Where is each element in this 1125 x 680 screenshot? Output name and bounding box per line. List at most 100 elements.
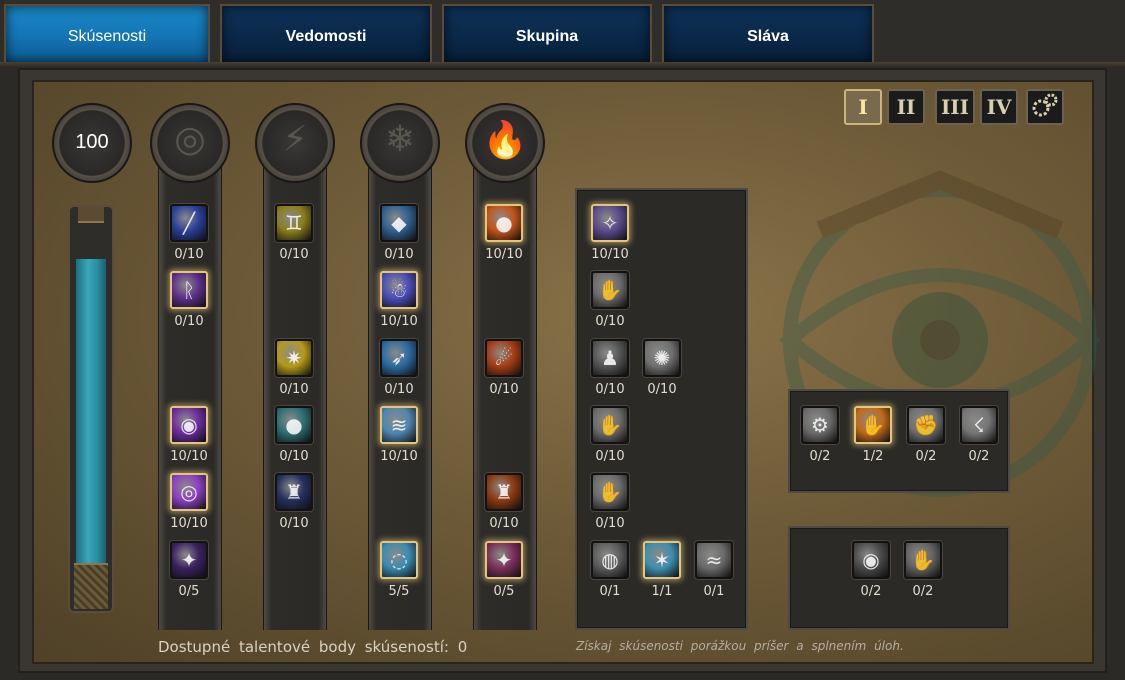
page-button-ii[interactable]: II (887, 89, 925, 125)
skill-points-counter: 10/10 (170, 449, 208, 464)
talent-skill[interactable]: ● (485, 204, 523, 242)
skill-points-counter: 0/10 (595, 314, 625, 329)
tab-vedomosti[interactable]: Vedomosti (220, 4, 432, 62)
wind-slash-icon: ≈ (705, 548, 723, 572)
page-button-iv[interactable]: IV (980, 89, 1018, 125)
special-skill[interactable]: ◍ (591, 541, 629, 579)
skill-points-counter: 5/5 (388, 584, 410, 599)
page-button-i[interactable]: I (844, 89, 882, 125)
shadow-figure-icon: ♟ (601, 346, 619, 370)
skill-points-counter: 10/10 (170, 516, 208, 531)
talent-tree-medallion: ⚡ (255, 103, 335, 183)
level-value: 100 (75, 131, 109, 153)
talent-skill[interactable]: ◌ (380, 541, 418, 579)
level-medallion: 100 (52, 103, 132, 183)
orb-gargoyle-icon: ◍ (601, 548, 619, 572)
meteor-icon: ☄ (495, 346, 513, 370)
skill-points-counter: 0/10 (384, 247, 414, 262)
talent-skill[interactable]: ╱ (170, 204, 208, 242)
skill-points-counter: 0/10 (279, 247, 309, 262)
talent-skill[interactable]: ● (275, 406, 313, 444)
fire-armor-icon: ♜ (495, 480, 513, 504)
experience-bar-base (74, 563, 108, 609)
talent-skill[interactable]: ◆ (380, 204, 418, 242)
fire-strike-icon: ✦ (495, 548, 513, 572)
talent-skill[interactable]: ☃ (380, 271, 418, 309)
talent-skill[interactable]: ✦ (485, 541, 523, 579)
blizzard-icon: ≋ (390, 413, 408, 437)
skill-points-counter: 0/10 (595, 382, 625, 397)
skill-points-counter: 0/5 (493, 584, 515, 599)
special-skill[interactable]: ✋ (591, 271, 629, 309)
fire-hand-icon: ✋ (860, 413, 886, 437)
special-skill[interactable]: ♟ (591, 339, 629, 377)
skill-points-counter: 0/2 (809, 449, 831, 464)
talent-skill[interactable]: ◎ (170, 473, 208, 511)
skill-points-counter: 0/10 (174, 314, 204, 329)
bonus-skill[interactable]: ☇ (960, 406, 998, 444)
storm-orb-icon: ● (285, 413, 303, 437)
page-button-iii[interactable]: III (935, 89, 975, 125)
bonus-skill[interactable]: ✋ (854, 406, 892, 444)
skill-points-counter: 1/1 (651, 584, 673, 599)
bonus-skill[interactable]: ✊ (907, 406, 945, 444)
claw-hand-icon: ✋ (910, 548, 936, 572)
talent-skill[interactable]: ᚱ (170, 271, 208, 309)
special-skill[interactable]: ✧ (591, 204, 629, 242)
talent-skill[interactable]: ♜ (275, 473, 313, 511)
special-skill[interactable]: ✋ (591, 473, 629, 511)
purple-eye-icon: ◎ (180, 480, 198, 504)
skill-points-counter: 0/10 (384, 382, 414, 397)
tab-skupina[interactable]: Skupina (442, 4, 652, 62)
skill-points-counter: 0/5 (178, 584, 200, 599)
talent-skill[interactable]: ✷ (275, 339, 313, 377)
settings-gear-button[interactable] (1026, 89, 1064, 125)
talent-skill[interactable]: ✦ (170, 541, 208, 579)
spirit-burst-icon: ✺ (653, 346, 671, 370)
skill-points-counter: 0/10 (489, 516, 519, 531)
talent-skill[interactable]: ➶ (380, 339, 418, 377)
bonus-skill[interactable]: ◉ (852, 541, 890, 579)
hint-text: Získaj skúsenosti porážkou príšer a spln… (576, 639, 904, 653)
hand-burst-icon: ✋ (597, 413, 623, 437)
skill-points-counter: 0/10 (595, 449, 625, 464)
special-skill[interactable]: ≈ (695, 541, 733, 579)
spark-figure-icon: ✶ (653, 548, 671, 572)
talent-skill[interactable]: ◉ (170, 406, 208, 444)
ice-shard-icon: ◆ (391, 211, 407, 235)
flame-icon: 🔥 (482, 120, 528, 161)
special-skill[interactable]: ✶ (643, 541, 681, 579)
skill-points-counter: 0/10 (279, 382, 309, 397)
lightning-burst-icon: ✷ (285, 346, 303, 370)
bonus-skill[interactable]: ✋ (904, 541, 942, 579)
hand-burst-icon: ✋ (597, 278, 623, 302)
talent-skill[interactable]: ♊ (275, 204, 313, 242)
experience-bar-fill (76, 259, 106, 607)
bonus-skill[interactable]: ⚙ (801, 406, 839, 444)
talent-tree-medallion: ◎ (150, 103, 230, 183)
tab-bar: Skúsenosti Vedomosti Skupina Sláva (0, 0, 1125, 68)
skill-points-counter: 0/1 (599, 584, 621, 599)
special-skill[interactable]: ✋ (591, 406, 629, 444)
frost-bolt-icon: ➶ (390, 346, 408, 370)
tab-slava[interactable]: Sláva (662, 4, 874, 62)
talent-skill[interactable]: ♜ (485, 473, 523, 511)
skill-points-counter: 0/2 (912, 584, 934, 599)
arcane-runes-icon: ᚱ (183, 278, 195, 302)
talent-skill[interactable]: ☄ (485, 339, 523, 377)
experience-bar-cap (78, 207, 104, 223)
talent-tree-medallion: 🔥 (465, 103, 545, 183)
lightning-hand-icon: ☇ (973, 413, 985, 437)
skill-points-counter: 10/10 (380, 449, 418, 464)
armored-hand-icon: ✊ (913, 413, 939, 437)
bonus-box-2 (788, 526, 1010, 630)
dark-orb-icon: ◉ (862, 548, 880, 572)
special-skill[interactable]: ✺ (643, 339, 681, 377)
skill-points-counter: 0/10 (489, 382, 519, 397)
tab-skusenosti[interactable]: Skúsenosti (4, 4, 210, 62)
frost-spirit-icon: ☃ (390, 278, 408, 302)
skill-points-counter: 10/10 (485, 247, 523, 262)
twin-spirits-icon: ♊ (285, 211, 303, 235)
talent-skill[interactable]: ≋ (380, 406, 418, 444)
skill-points-counter: 0/2 (968, 449, 990, 464)
